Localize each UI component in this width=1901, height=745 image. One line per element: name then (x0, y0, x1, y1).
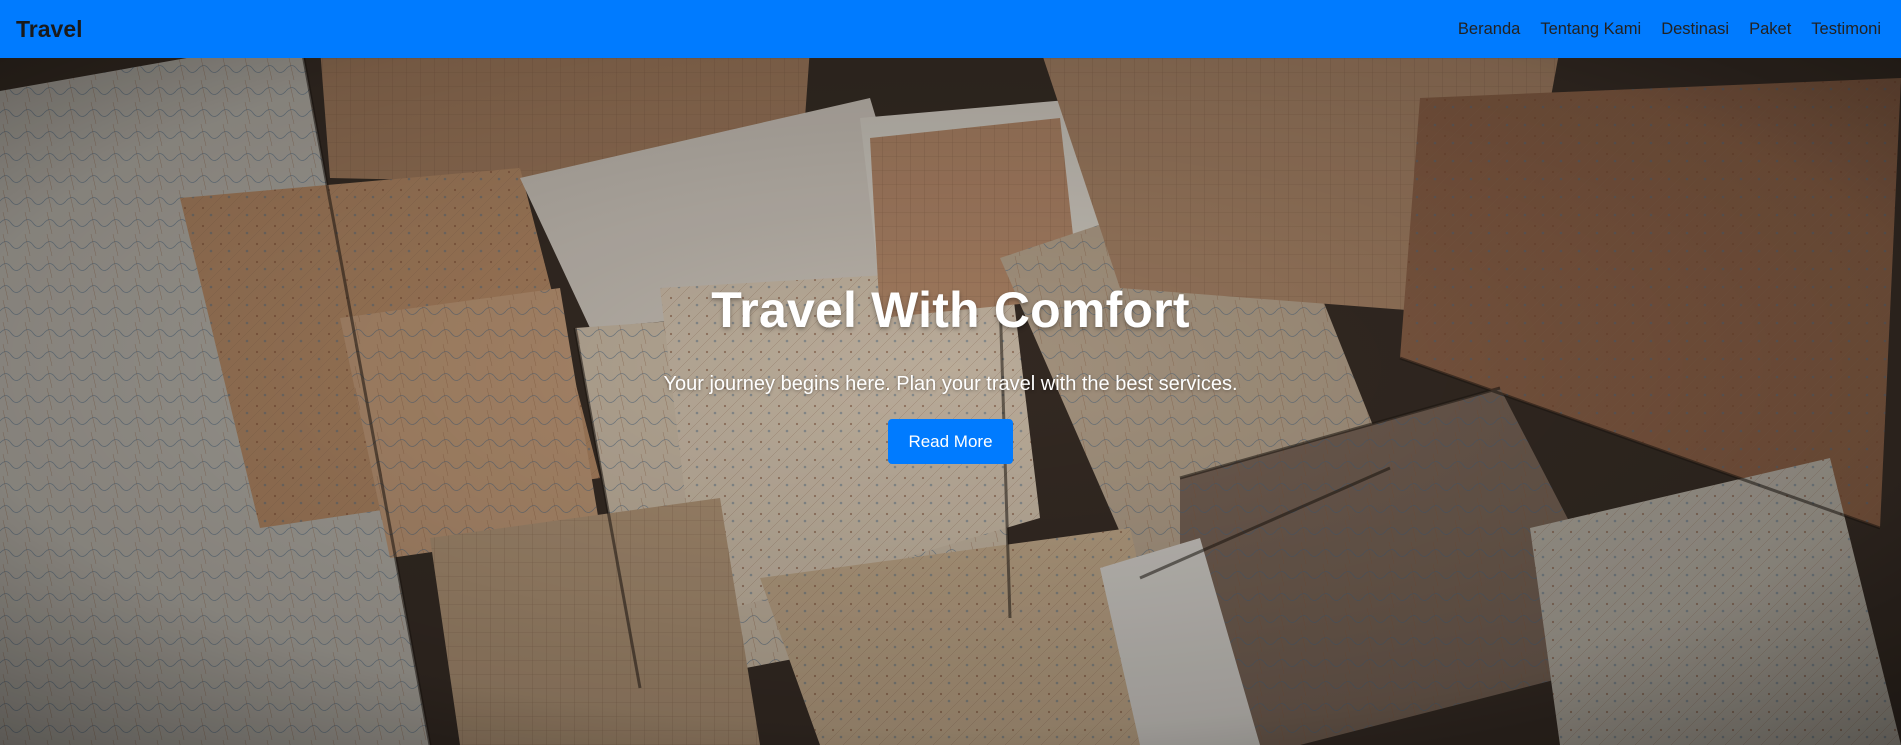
nav-link-destinasi[interactable]: Destinasi (1651, 20, 1739, 39)
top-navbar: Travel Beranda Tentang Kami Destinasi Pa… (0, 0, 1901, 58)
nav-link-paket[interactable]: Paket (1739, 20, 1801, 39)
hero-section: Travel With Comfort Your journey begins … (0, 58, 1901, 745)
brand-logo[interactable]: Travel (16, 16, 83, 43)
nav-link-testimoni[interactable]: Testimoni (1801, 20, 1891, 39)
hero-title: Travel With Comfort (711, 282, 1190, 338)
read-more-button[interactable]: Read More (888, 419, 1013, 464)
hero-content: Travel With Comfort Your journey begins … (0, 58, 1901, 745)
nav-link-tentang-kami[interactable]: Tentang Kami (1530, 20, 1651, 39)
nav-link-beranda[interactable]: Beranda (1448, 20, 1530, 39)
nav-links: Beranda Tentang Kami Destinasi Paket Tes… (1448, 20, 1891, 39)
hero-subtitle: Your journey begins here. Plan your trav… (663, 373, 1238, 395)
